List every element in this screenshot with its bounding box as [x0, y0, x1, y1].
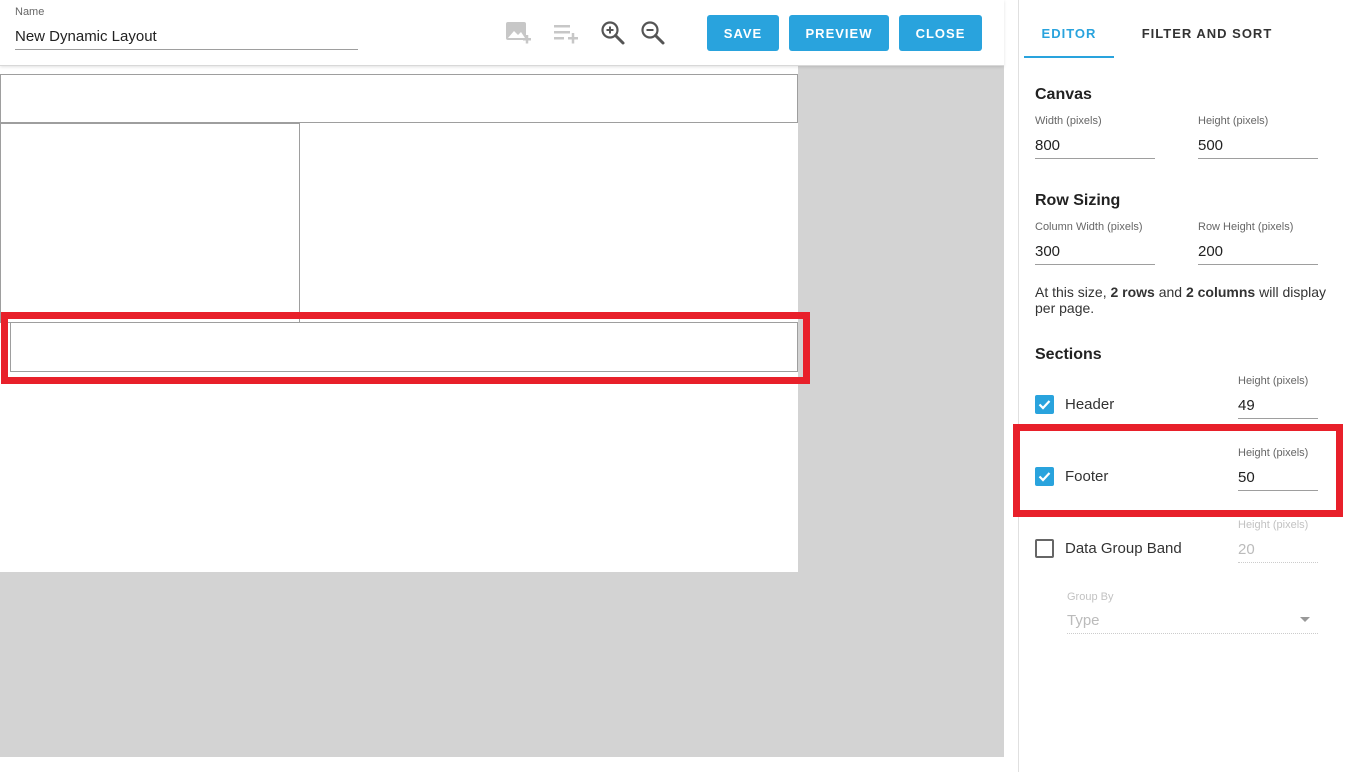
name-label: Name: [15, 6, 45, 18]
canvas-workspace: [0, 66, 1004, 757]
canvas-height-input[interactable]: [1198, 133, 1318, 159]
group-by-underline: [1067, 633, 1318, 634]
footer-checkbox[interactable]: [1035, 467, 1054, 486]
close-button[interactable]: CLOSE: [899, 15, 982, 51]
header-band[interactable]: [0, 74, 798, 123]
add-row-icon[interactable]: [551, 18, 581, 48]
canvas-section-title: Canvas: [1035, 86, 1092, 103]
group-by-select[interactable]: Type: [1067, 612, 1100, 629]
layout-page: [0, 66, 798, 572]
header-checkbox[interactable]: [1035, 395, 1054, 414]
preview-button[interactable]: PREVIEW: [789, 15, 889, 51]
row-cell[interactable]: [0, 123, 300, 323]
tab-editor[interactable]: EDITOR: [1024, 18, 1114, 58]
info-cols: 2 columns: [1185, 284, 1256, 300]
footer-checkbox-label: Footer: [1065, 468, 1109, 485]
info-mid: and: [1154, 284, 1186, 300]
canvas-width-label: Width (pixels): [1035, 115, 1102, 127]
header-height-input[interactable]: [1238, 393, 1318, 419]
rows-columns-info: At this size, 2 rows and 2 columns will …: [1035, 284, 1335, 316]
chevron-down-icon[interactable]: [1300, 617, 1310, 622]
column-width-label: Column Width (pixels): [1035, 221, 1143, 233]
footer-height-label: Height (pixels): [1238, 447, 1309, 459]
info-rows: 2 rows: [1110, 284, 1155, 300]
row-height-label: Row Height (pixels): [1198, 221, 1294, 233]
data-group-band-checkbox[interactable]: [1035, 539, 1054, 558]
zoom-in-icon[interactable]: [598, 18, 628, 48]
tab-filter-and-sort[interactable]: FILTER AND SORT: [1128, 18, 1286, 58]
footer-band[interactable]: [10, 322, 798, 372]
row-sizing-section-title: Row Sizing: [1035, 192, 1121, 209]
panel-divider: [1018, 0, 1019, 772]
data-group-band-height-input[interactable]: [1238, 537, 1318, 563]
data-group-band-height-label: Height (pixels): [1238, 519, 1309, 531]
layout-name-input[interactable]: [15, 24, 358, 50]
header-checkbox-label: Header: [1065, 396, 1115, 413]
add-image-icon[interactable]: [503, 18, 533, 48]
check-icon: [1038, 400, 1051, 410]
info-prefix: At this size,: [1035, 284, 1111, 300]
canvas-width-input[interactable]: [1035, 133, 1155, 159]
header-height-label: Height (pixels): [1238, 375, 1309, 387]
top-toolbar: Name SAVE PREVI: [0, 0, 1004, 66]
row-height-input[interactable]: [1198, 239, 1318, 265]
data-group-band-checkbox-label: Data Group Band: [1065, 540, 1182, 557]
group-by-label: Group By: [1067, 591, 1114, 603]
save-button[interactable]: SAVE: [707, 15, 779, 51]
canvas-height-label: Height (pixels): [1198, 115, 1269, 127]
footer-height-input[interactable]: [1238, 465, 1318, 491]
sections-section-title: Sections: [1035, 346, 1102, 363]
zoom-out-icon[interactable]: [638, 18, 668, 48]
column-width-input[interactable]: [1035, 239, 1155, 265]
check-icon: [1038, 472, 1051, 482]
